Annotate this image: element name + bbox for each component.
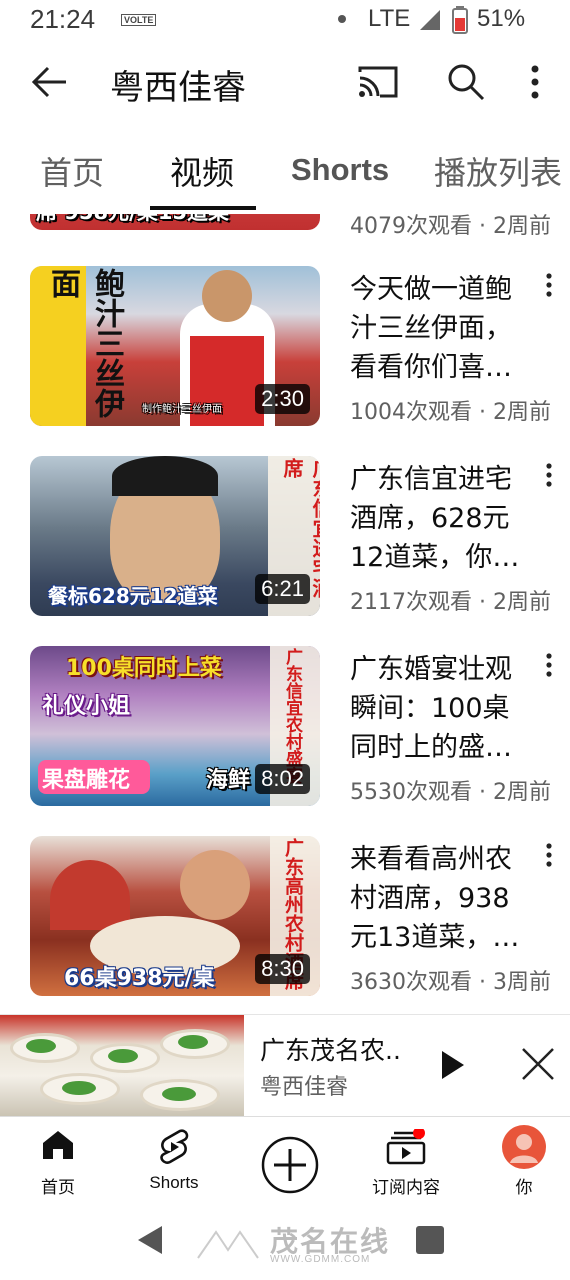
more-vert-icon[interactable] [530, 64, 540, 104]
video-meta: 4079次观看 · 2周前 [350, 214, 551, 239]
system-recents-icon[interactable] [416, 1226, 444, 1254]
video-item[interactable]: 广东信宜进宅酒席 餐标628元12道菜 6:21 广东信宜进宅酒席，628元12… [0, 456, 570, 626]
food-shape [162, 1087, 196, 1101]
more-vert-icon[interactable] [545, 842, 553, 872]
video-meta: 5530次观看 · 2周前 [350, 780, 551, 805]
close-icon[interactable] [521, 1047, 555, 1085]
create-plus-icon [260, 1135, 320, 1199]
nav-subscriptions[interactable]: 订阅内容 [356, 1117, 456, 1207]
video-thumbnail[interactable]: 广东高州农村酒席 66桌938元/桌 8:30 [30, 836, 320, 996]
nav-shorts[interactable]: Shorts [124, 1117, 224, 1207]
thumbnail-tag-text: 果盘雕花 [42, 768, 131, 793]
watermark-url: WWW.GDMM.COM [270, 1254, 371, 1265]
status-bar: 21:24 VOLTE LTE 51% [0, 0, 570, 40]
person-shape [50, 860, 130, 930]
thumbnail-tag2-text: 海鲜 [206, 768, 251, 793]
search-icon[interactable] [446, 62, 486, 106]
video-item[interactable]: 广东高州农村酒席 66桌938元/桌 8:30 来看看高州农村酒席，938元13… [0, 836, 570, 1006]
face-shape [202, 270, 252, 322]
play-icon[interactable] [440, 1049, 466, 1085]
video-item[interactable]: 鲍汁三丝伊面 制作鲍汁三丝伊面 2:30 今天做一道鲍汁三丝伊面，看看你们喜… … [0, 266, 570, 436]
nav-you[interactable]: 你 [474, 1117, 570, 1207]
thumbnail-caption: 鲍汁三丝伊面 [45, 268, 124, 418]
face-shape [180, 850, 250, 920]
duration-badge: 8:02 [255, 764, 310, 794]
video-meta: 1004次观看 · 2周前 [350, 400, 551, 425]
duration-badge: 6:21 [255, 574, 310, 604]
thumbnail-caption: 餐标628元12道菜 [48, 584, 218, 608]
video-thumbnail[interactable]: 广东信宜进宅酒席 餐标628元12道菜 6:21 [30, 456, 320, 616]
thumbnail-headline: 100桌同时上菜 [66, 656, 222, 681]
nav-subscriptions-label: 订阅内容 [372, 1178, 440, 1198]
video-meta: 2117次观看 · 2周前 [350, 590, 551, 615]
food-shape [108, 1049, 138, 1063]
video-title[interactable]: 广东信宜进宅酒席，628元12道菜，你… [350, 460, 530, 577]
channel-title: 粤西佳睿 [110, 68, 246, 108]
subscriptions-icon [386, 1127, 426, 1169]
nav-home[interactable]: 首页 [8, 1117, 108, 1207]
video-thumbnail[interactable]: 席 958元/桌15道菜 [30, 214, 320, 230]
mini-player-thumbnail[interactable] [0, 1015, 244, 1117]
food-shape [178, 1035, 208, 1049]
home-icon [41, 1129, 75, 1165]
tab-home[interactable]: 首页 [40, 148, 104, 194]
video-item[interactable]: 席 958元/桌15道菜 4079次观看 · 2周前 [0, 214, 570, 239]
nav-create[interactable] [240, 1117, 340, 1207]
tab-playlists[interactable]: 播放列表 [434, 148, 562, 194]
mini-player-channel: 粤西佳睿 [260, 1075, 349, 1100]
cast-icon[interactable] [356, 64, 400, 104]
video-title[interactable]: 广东婚宴壮观瞬间：100桌同时上的盛… [350, 650, 530, 767]
active-tab-indicator [150, 206, 256, 210]
more-vert-icon[interactable] [545, 462, 553, 492]
video-meta: 3630次观看 · 3周前 [350, 970, 551, 995]
food-shape [62, 1081, 96, 1095]
watermark-logo-icon [196, 1230, 260, 1264]
thumbnail-label: 礼仪小姐 [42, 694, 131, 719]
volte-badge: VOLTE [121, 14, 157, 26]
video-list: 席 958元/桌15道菜 4079次观看 · 2周前 鲍汁三丝伊面 制作鲍汁三丝… [0, 214, 570, 1014]
duration-badge: 2:30 [255, 384, 310, 414]
status-time: 21:24 [30, 4, 96, 34]
more-vert-icon[interactable] [545, 652, 553, 682]
thumbnail-caption: 席 958元/桌15道菜 [36, 214, 229, 226]
duration-badge: 8:30 [255, 954, 310, 984]
mini-player[interactable]: 广东茂名农.. 粤西佳睿 [0, 1014, 570, 1117]
shorts-icon [158, 1129, 190, 1169]
arrow-back-icon[interactable] [30, 62, 70, 106]
notification-dot-icon [338, 15, 346, 23]
battery-percent: 51% [477, 5, 526, 32]
nav-you-label: 你 [515, 1178, 533, 1198]
video-item[interactable]: 100桌同时上菜 礼仪小姐 果盘雕花 海鲜 广东信宜农村盛宴 8:02 广东婚宴… [0, 646, 570, 816]
nav-home-label: 首页 [41, 1178, 75, 1198]
app-header: 粤西佳睿 [0, 40, 570, 124]
nav-shorts-label: Shorts [149, 1173, 199, 1192]
channel-tabs: 首页 视频 Shorts 播放列表 [0, 124, 570, 214]
video-title[interactable]: 来看看高州农村酒席，938元13道菜，… [350, 840, 530, 957]
thumbnail-caption: 66桌938元/桌 [64, 966, 215, 991]
video-thumbnail[interactable]: 100桌同时上菜 礼仪小姐 果盘雕花 海鲜 广东信宜农村盛宴 8:02 [30, 646, 320, 806]
avatar-icon [502, 1125, 546, 1173]
network-type: LTE [368, 5, 411, 32]
system-back-icon[interactable] [136, 1224, 164, 1260]
system-navigation-bar: 茂名在线 WWW.GDMM.COM [0, 1206, 570, 1280]
more-vert-icon[interactable] [545, 272, 553, 302]
tab-shorts[interactable]: Shorts [291, 152, 389, 188]
tab-videos[interactable]: 视频 [170, 148, 234, 194]
signal-icon [418, 8, 442, 36]
mini-player-title[interactable]: 广东茂名农.. [260, 1031, 401, 1067]
hair-shape [112, 456, 218, 496]
battery-icon [452, 6, 468, 38]
thumbnail-subtitle: 制作鲍汁三丝伊面 [142, 404, 222, 415]
bottom-navigation: 首页 Shorts 订阅内容 你 [0, 1116, 570, 1206]
food-shape [26, 1039, 56, 1053]
video-title[interactable]: 今天做一道鲍汁三丝伊面，看看你们喜… [350, 270, 530, 387]
video-thumbnail[interactable]: 鲍汁三丝伊面 制作鲍汁三丝伊面 2:30 [30, 266, 320, 426]
